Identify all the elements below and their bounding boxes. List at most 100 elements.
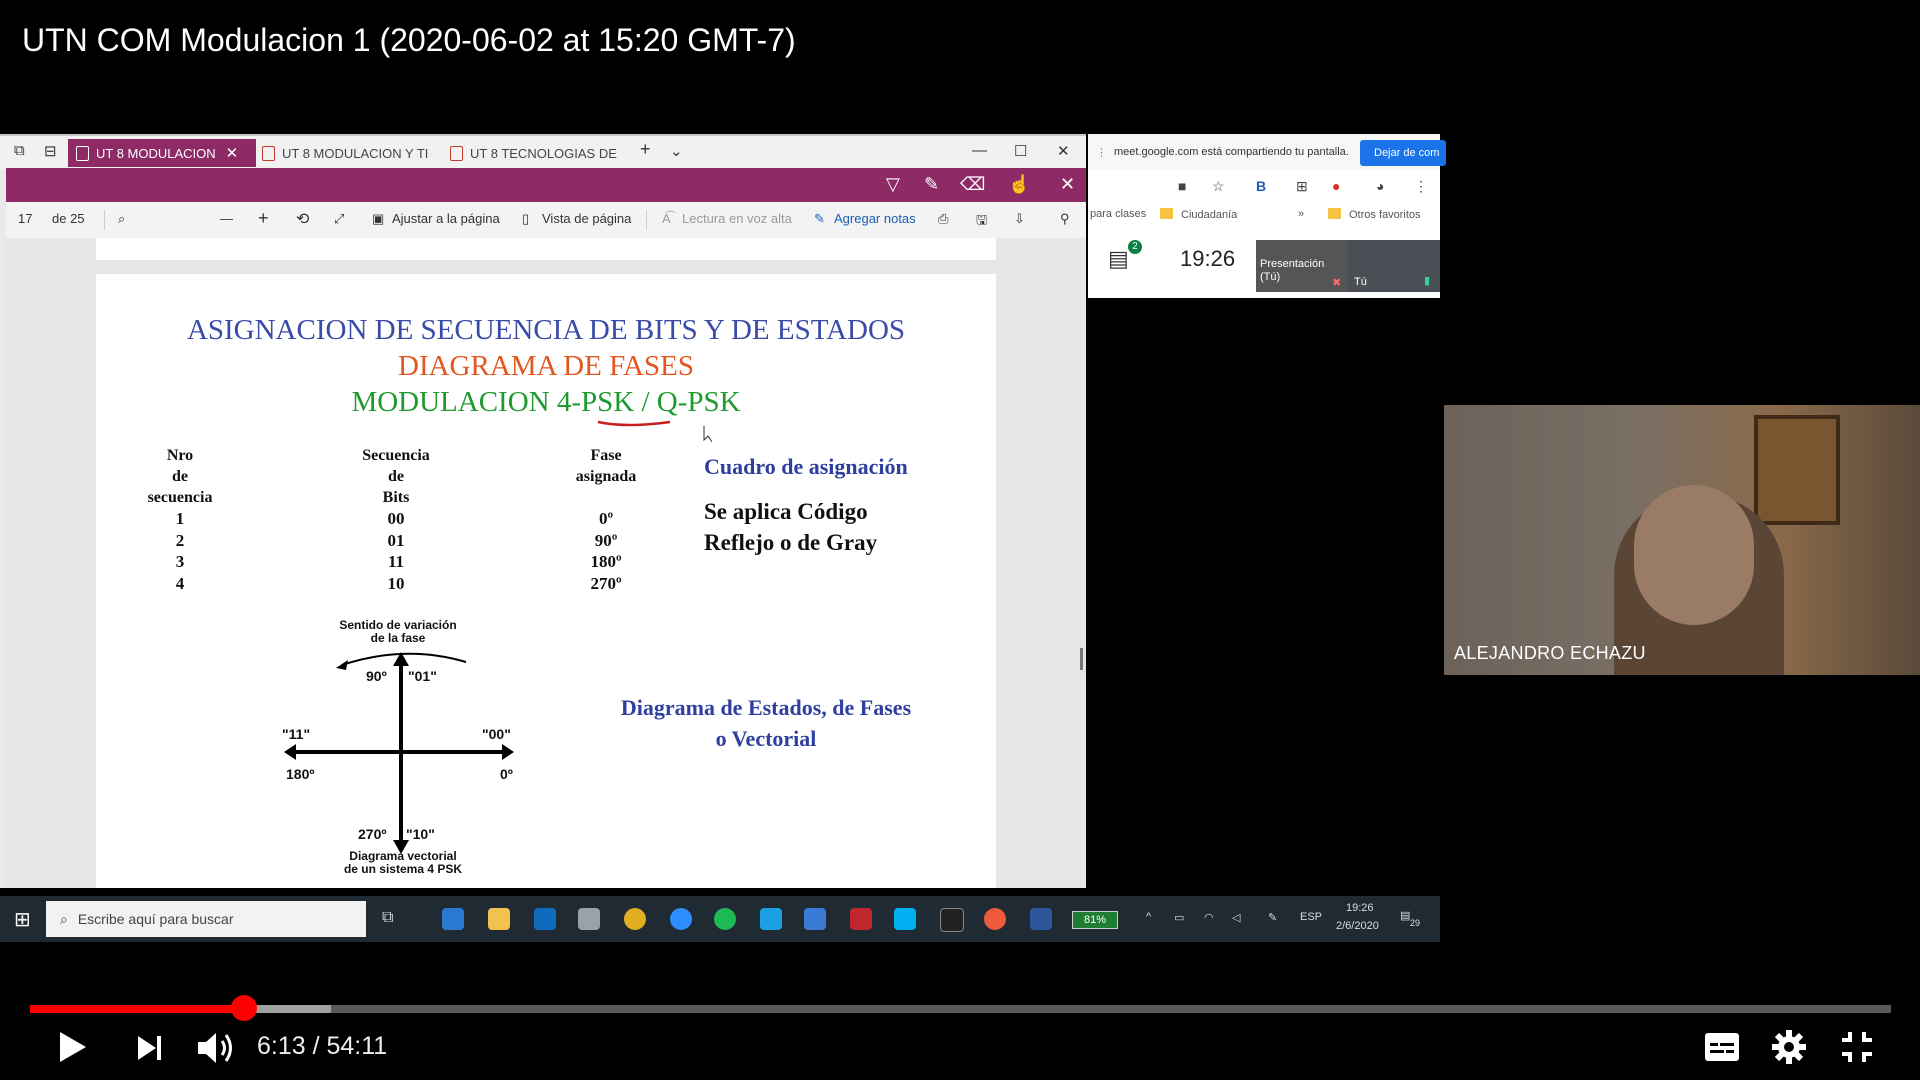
extension-b-icon[interactable]: B bbox=[1256, 178, 1266, 194]
windows-start-icon[interactable]: ⊞ bbox=[14, 907, 31, 932]
camera-icon[interactable]: ■ bbox=[1178, 178, 1186, 194]
phase-vector-diagram bbox=[284, 652, 514, 854]
chrome-icon[interactable] bbox=[624, 908, 646, 930]
play-icon[interactable] bbox=[58, 1030, 88, 1064]
filezilla-icon[interactable] bbox=[850, 908, 872, 930]
skype-icon[interactable] bbox=[894, 908, 916, 930]
tab-list-button[interactable]: ⌄ bbox=[670, 142, 683, 160]
save-icon[interactable]: 🖫 bbox=[976, 211, 987, 233]
taskbar-time[interactable]: 19:26 bbox=[1346, 902, 1374, 914]
participant-name: ALEJANDRO ECHAZU bbox=[1454, 643, 1646, 663]
taskbar-search-box[interactable]: ⌕ Escribe aquí para buscar bbox=[46, 901, 366, 937]
eraser-icon[interactable]: ⌫ bbox=[960, 174, 985, 195]
menu-icon[interactable]: ⋮ bbox=[1414, 178, 1428, 195]
rotate-icon[interactable]: ⟲ bbox=[296, 209, 309, 229]
presentation-tile[interactable]: Presentación (Tú) ✖ bbox=[1256, 240, 1348, 292]
pdf-viewer[interactable]: ASIGNACION DE SECUENCIA DE BITS Y DE EST… bbox=[6, 238, 1086, 888]
mail-icon[interactable] bbox=[804, 908, 826, 930]
subtitles-icon[interactable] bbox=[1704, 1032, 1740, 1062]
pen-icon[interactable]: ✎ bbox=[924, 174, 939, 195]
spotify-icon[interactable] bbox=[714, 908, 736, 930]
l-app-icon[interactable] bbox=[760, 908, 782, 930]
progress-bar[interactable] bbox=[30, 1005, 1891, 1013]
maximize-button[interactable]: ☐ bbox=[1014, 142, 1027, 160]
scrollbar-thumb[interactable] bbox=[1080, 648, 1083, 670]
tab-actions-icon[interactable]: ⧉ bbox=[14, 142, 25, 159]
tab-ut8-modulacion-y-ti[interactable]: UT 8 MODULACION Y TI bbox=[262, 139, 440, 167]
close-tab-icon[interactable]: ✕ bbox=[226, 144, 239, 162]
page-view-button[interactable]: Vista de página bbox=[542, 211, 631, 226]
minimize-button[interactable]: — bbox=[972, 142, 987, 159]
file-explorer-icon[interactable] bbox=[488, 908, 510, 930]
self-video-tile[interactable]: Tú ▮ bbox=[1348, 240, 1440, 292]
label-270-deg: 270º bbox=[358, 826, 387, 842]
terminal-icon[interactable] bbox=[940, 908, 964, 932]
set-aside-tabs-icon[interactable]: ⊟ bbox=[44, 142, 57, 160]
star-icon[interactable]: ☆ bbox=[1212, 178, 1225, 195]
exit-fullscreen-icon[interactable] bbox=[1840, 1030, 1874, 1064]
page-number-input[interactable]: 17 bbox=[18, 211, 32, 226]
edge-browser-window: ⧉ ⊟ UT 8 MODULACION ✕ UT 8 MODULACION Y … bbox=[0, 134, 1086, 888]
save-as-icon[interactable]: ⇩ bbox=[1014, 211, 1025, 227]
person-face bbox=[1634, 485, 1754, 625]
bookmark-ciudadania[interactable]: Ciudadanía bbox=[1160, 208, 1237, 221]
highlighter-icon[interactable]: ▽ bbox=[886, 174, 900, 195]
read-aloud-icon: A͡ bbox=[662, 211, 671, 226]
profile-avatar-icon[interactable]: ◕ bbox=[1376, 178, 1384, 194]
language-indicator[interactable]: ESP bbox=[1300, 911, 1322, 923]
bookmark-para-clases[interactable]: para clases bbox=[1090, 208, 1146, 220]
chat-icon[interactable]: ▤ bbox=[1108, 246, 1129, 272]
add-notes-button[interactable]: Agregar notas bbox=[834, 211, 916, 226]
network-app-icon[interactable] bbox=[578, 908, 600, 930]
edge-app-icon[interactable] bbox=[442, 908, 464, 930]
taskbar-date[interactable]: 2/6/2020 bbox=[1336, 920, 1379, 932]
page-view-icon[interactable]: ▯ bbox=[522, 211, 529, 227]
task-view-icon[interactable]: ⧉ bbox=[382, 909, 393, 927]
pdf-icon bbox=[262, 145, 275, 161]
touch-writing-icon[interactable]: ☝ bbox=[1008, 174, 1030, 195]
volume-icon[interactable] bbox=[196, 1030, 236, 1066]
zoom-out-button[interactable]: — bbox=[220, 211, 233, 226]
word-icon[interactable] bbox=[1030, 908, 1052, 930]
stop-sharing-button[interactable]: Dejar de com bbox=[1360, 140, 1446, 166]
fit-page-button[interactable]: Ajustar a la página bbox=[392, 211, 500, 226]
read-aloud-button[interactable]: Lectura en voz alta bbox=[682, 211, 792, 226]
zoom-icon[interactable] bbox=[670, 908, 692, 930]
search-icon[interactable]: ⌕ bbox=[118, 211, 125, 227]
wifi-icon[interactable]: ◠ bbox=[1204, 911, 1214, 924]
drag-handle-icon[interactable]: ⋮ bbox=[1096, 146, 1107, 159]
paint-icon[interactable] bbox=[984, 908, 1006, 930]
print-icon[interactable]: ⎙ bbox=[938, 211, 948, 227]
close-ink-button[interactable]: ✕ bbox=[1060, 174, 1075, 195]
bookmarks-bar: para clases Ciudadanía » Otros favoritos bbox=[1088, 200, 1440, 228]
edge-tab-bar: ⧉ ⊟ UT 8 MODULACION ✕ UT 8 MODULACION Y … bbox=[0, 134, 1086, 170]
zoom-in-button[interactable]: + bbox=[258, 208, 269, 229]
volume-icon[interactable]: ◁ bbox=[1232, 911, 1240, 924]
meet-call-strip: ▤ 2 19:26 Presentación (Tú) ✖ Tú ▮ bbox=[1088, 228, 1440, 298]
add-notes-icon: ✎ bbox=[814, 211, 825, 226]
video-title: UTN COM Modulacion 1 (2020-06-02 at 15:2… bbox=[22, 22, 796, 58]
tab-ut8-modulacion[interactable]: UT 8 MODULACION ✕ bbox=[68, 139, 256, 167]
fullscreen-icon[interactable]: ⤢ bbox=[334, 211, 344, 227]
settings-gear-icon[interactable] bbox=[1772, 1030, 1806, 1064]
new-tab-button[interactable]: + bbox=[640, 139, 651, 160]
more-bookmarks-icon[interactable]: » bbox=[1298, 208, 1304, 220]
pen-tray-icon[interactable]: ✎ bbox=[1268, 911, 1277, 924]
pin-toolbar-icon[interactable]: ⚲ bbox=[1060, 211, 1070, 227]
tab-label: UT 8 TECNOLOGIAS DE bbox=[470, 145, 617, 161]
notifications-icon[interactable]: ▤ bbox=[1400, 909, 1410, 922]
show-hidden-icons[interactable]: ^ bbox=[1146, 911, 1151, 923]
tab-ut8-tecnologias[interactable]: UT 8 TECNOLOGIAS DE bbox=[450, 139, 626, 167]
next-icon[interactable] bbox=[136, 1034, 164, 1062]
bookmark-otros-favoritos[interactable]: Otros favoritos bbox=[1328, 208, 1421, 221]
shared-screen: ⧉ ⊟ UT 8 MODULACION ✕ UT 8 MODULACION Y … bbox=[0, 134, 1446, 942]
grid-icon[interactable]: ⊞ bbox=[1296, 178, 1308, 195]
scrubber-handle[interactable] bbox=[231, 995, 257, 1021]
extension-red-icon[interactable]: ● bbox=[1332, 178, 1340, 194]
label-90-deg: 90º bbox=[366, 668, 387, 684]
battery-indicator[interactable]: 81% bbox=[1072, 911, 1118, 929]
outlook-icon[interactable] bbox=[534, 908, 556, 930]
tray-device-icon[interactable]: ▭ bbox=[1174, 911, 1184, 924]
close-window-button[interactable]: ✕ bbox=[1057, 142, 1070, 160]
fit-page-icon[interactable]: ▣ bbox=[372, 211, 384, 227]
